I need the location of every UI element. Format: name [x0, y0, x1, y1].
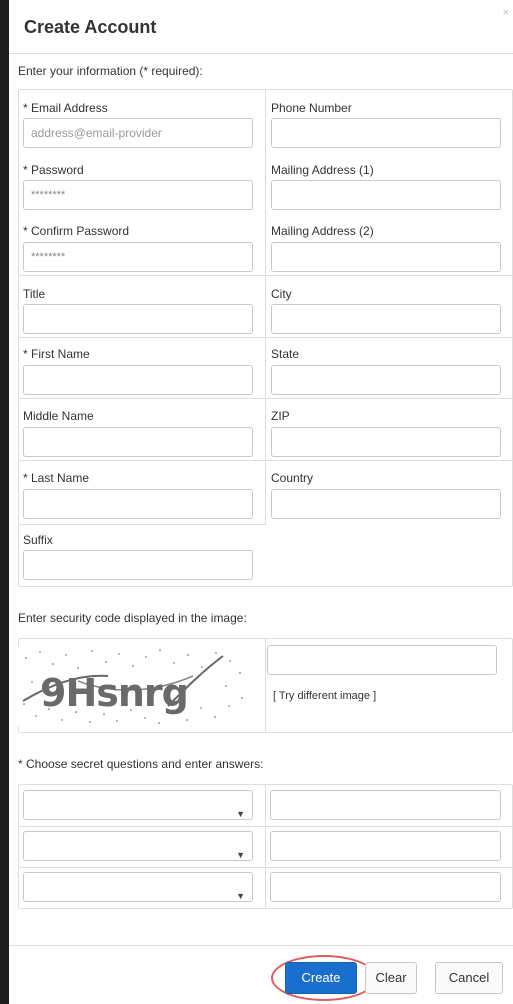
email-label: * Email Address	[23, 101, 108, 115]
confirm-password-field[interactable]: ********	[23, 242, 253, 272]
password-field[interactable]: ********	[23, 180, 253, 210]
city-label: City	[271, 287, 292, 301]
mailing-address-1-field[interactable]	[271, 180, 501, 210]
title-label: Title	[23, 287, 46, 301]
state-label: State	[271, 347, 300, 361]
confirm-password-label: * Confirm Password	[23, 224, 130, 238]
mailing-address-1-label: Mailing Address (1)	[271, 163, 374, 177]
captcha-image: 9Hsnrg	[18, 646, 246, 726]
title-field[interactable]	[23, 304, 253, 334]
zip-label: ZIP	[271, 409, 290, 423]
secret-question-2-select[interactable]: ▼	[23, 831, 253, 861]
middle-name-field[interactable]	[23, 427, 253, 457]
suffix-field[interactable]	[23, 550, 253, 580]
country-label: Country	[271, 471, 314, 485]
try-different-image-link[interactable]: [ Try different image ]	[273, 690, 376, 702]
last-name-field[interactable]	[23, 489, 253, 519]
middle-name-label: Middle Name	[23, 409, 94, 423]
dialog-header: Create Account ×	[9, 0, 513, 54]
first-name-field[interactable]	[23, 365, 253, 395]
password-label: * Password	[23, 163, 84, 177]
create-button[interactable]: Create	[285, 962, 357, 994]
phone-field[interactable]	[271, 118, 501, 148]
state-field[interactable]	[271, 365, 501, 395]
close-icon[interactable]: ×	[503, 7, 509, 19]
dialog-title: Create Account	[24, 17, 157, 37]
chevron-down-icon: ▼	[236, 809, 245, 819]
email-field[interactable]: address@email-provider	[23, 118, 253, 148]
secret-answer-3-field[interactable]	[270, 872, 501, 902]
phone-label: Phone Number	[271, 101, 352, 115]
first-name-label: * First Name	[23, 347, 90, 361]
city-field[interactable]	[271, 304, 501, 334]
clear-button[interactable]: Clear	[365, 962, 417, 994]
cancel-button[interactable]: Cancel	[435, 962, 503, 994]
mailing-address-2-field[interactable]	[271, 242, 501, 272]
zip-field[interactable]	[271, 427, 501, 457]
captcha-text: 9Hsnrg	[40, 671, 188, 715]
footer-divider	[9, 945, 513, 946]
info-section-heading: Enter your information (* required):	[18, 64, 203, 78]
last-name-label: * Last Name	[23, 471, 90, 485]
create-account-dialog: Create Account × Enter your information …	[9, 0, 513, 1004]
suffix-label: Suffix	[23, 533, 53, 547]
secret-questions-heading: * Choose secret questions and enter answ…	[18, 757, 264, 771]
mailing-address-2-label: Mailing Address (2)	[271, 224, 374, 238]
secret-answer-1-field[interactable]	[270, 790, 501, 820]
secret-question-1-select[interactable]: ▼	[23, 790, 253, 820]
security-heading: Enter security code displayed in the ima…	[18, 611, 247, 625]
secret-answer-2-field[interactable]	[270, 831, 501, 861]
chevron-down-icon: ▼	[236, 891, 245, 901]
secret-question-3-select[interactable]: ▼	[23, 872, 253, 902]
chevron-down-icon: ▼	[236, 850, 245, 860]
country-field[interactable]	[271, 489, 501, 519]
security-code-input[interactable]	[267, 645, 497, 675]
